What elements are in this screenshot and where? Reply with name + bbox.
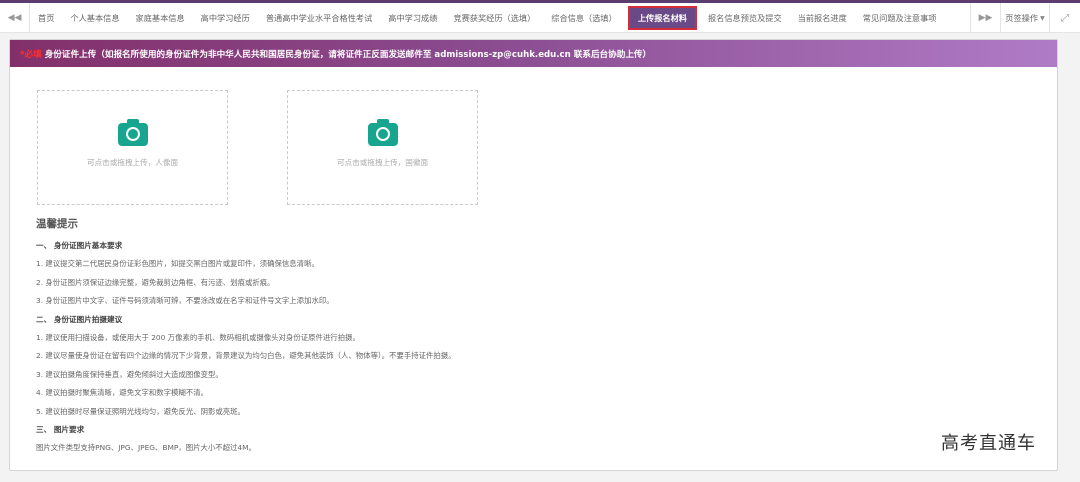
tab-application-progress[interactable]: 当前报名进度 (790, 3, 855, 33)
watermark: 高考直通车 (941, 433, 1036, 454)
tab-competition-awards[interactable]: 竞赛获奖经历（选填） (445, 3, 543, 33)
tips-item: 2. 建议尽量使身份证在留有四个边缘的情况下少背景，背景建议为均匀白色，避免其他… (36, 351, 456, 360)
id-front-upload[interactable]: 可点击或拖拽上传，人像面 (37, 90, 228, 205)
tab-comprehensive-info[interactable]: 综合信息（选填） (543, 3, 625, 33)
tab-family-info[interactable]: 家庭基本信息 (128, 3, 193, 33)
tab-upload-materials[interactable]: 上传报名材料 (627, 6, 697, 30)
required-tag: *必填 (20, 49, 42, 60)
upload-hint-back: 可点击或拖拽上传，国徽面 (336, 158, 429, 167)
tab-preview-submit[interactable]: 报名信息预览及提交 (700, 3, 790, 33)
card-header: *必填 身份证件上传（如报名所使用的身份证件为非中华人民共和国居民身份证，请将证… (10, 40, 1057, 67)
tab-list: 首页 个人基本信息 家庭基本信息 高中学习经历 普通高中学业水平合格性考试 高中… (30, 3, 970, 33)
fullscreen-button[interactable]: ⤢ (1050, 3, 1080, 33)
upload-hint-front: 可点击或拖拽上传，人像面 (86, 158, 179, 167)
page-ops-dropdown[interactable]: 页签操作 ▼ (1000, 3, 1050, 33)
tips-panel: 温馨提示 一、 身份证图片基本要求 1. 建议提交第二代居民身份证彩色图片，如提… (36, 216, 936, 458)
camera-icon (118, 119, 148, 146)
tab-proficiency-exam[interactable]: 普通高中学业水平合格性考试 (258, 3, 380, 33)
tab-personal-info[interactable]: 个人基本信息 (62, 3, 127, 33)
page-ops-label: 页签操作 (1005, 13, 1039, 23)
tips-item: 4. 建议拍摄时聚焦清晰，避免文字和数字模糊不清。 (36, 388, 208, 397)
expand-icon: ⤢ (1061, 12, 1069, 24)
tab-next-button[interactable]: ▶▶ (970, 3, 1000, 33)
tips-item: 5. 建议拍摄时尽量保证照明光线均匀，避免反光、阴影或亮斑。 (36, 406, 245, 416)
tab-high-school-experience[interactable]: 高中学习经历 (193, 3, 258, 33)
tips-section-heading: 三、 图片要求 (36, 425, 85, 434)
tab-home[interactable]: 首页 (30, 3, 62, 33)
double-chevron-left-icon: ◀◀ (7, 13, 22, 23)
caret-down-icon: ▼ (1040, 14, 1045, 22)
upload-card: *必填 身份证件上传（如报名所使用的身份证件为非中华人民共和国居民身份证，请将证… (9, 39, 1058, 471)
tips-title: 温馨提示 (36, 218, 78, 230)
tips-item: 2. 身份证图片须保证边缘完整，避免裁剪边角框、有污迹、划痕或折痕。 (36, 277, 275, 287)
tab-bar: ◀◀ 首页 个人基本信息 家庭基本信息 高中学习经历 普通高中学业水平合格性考试… (0, 0, 1080, 33)
double-chevron-right-icon: ▶▶ (978, 13, 993, 23)
camera-icon (368, 119, 398, 146)
tab-prev-button[interactable]: ◀◀ (0, 3, 30, 33)
card-title: 身份证件上传（如报名所使用的身份证件为非中华人民共和国居民身份证，请将证件正反面… (44, 49, 652, 60)
tab-high-school-grades[interactable]: 高中学习成绩 (380, 3, 445, 33)
tips-item: 3. 建议拍摄角度保持垂直，避免倾斜过大造成图像变型。 (36, 369, 223, 379)
tips-item: 3. 身份证图片中文字、证件号码须清晰可辨，不要涂改或在名字和证件号文字上添加水… (36, 296, 334, 305)
tips-section-heading: 一、 身份证图片基本要求 (36, 241, 123, 250)
tips-section-heading: 二、 身份证图片拍摄建议 (36, 314, 123, 324)
tips-item: 图片文件类型支持PNG、JPG、JPEG、BMP，图片大小不超过4M。 (36, 443, 256, 452)
tips-item: 1. 建议使用扫描设备，或使用大于 200 万像素的手机、数码相机或摄像头对身份… (36, 332, 360, 342)
tips-item: 1. 建议提交第二代居民身份证彩色图片，如提交黑白图片或复印件，须确保信息清晰。 (36, 259, 319, 268)
id-back-upload[interactable]: 可点击或拖拽上传，国徽面 (287, 90, 478, 205)
tab-faq[interactable]: 常见问题及注意事项 (855, 3, 945, 33)
